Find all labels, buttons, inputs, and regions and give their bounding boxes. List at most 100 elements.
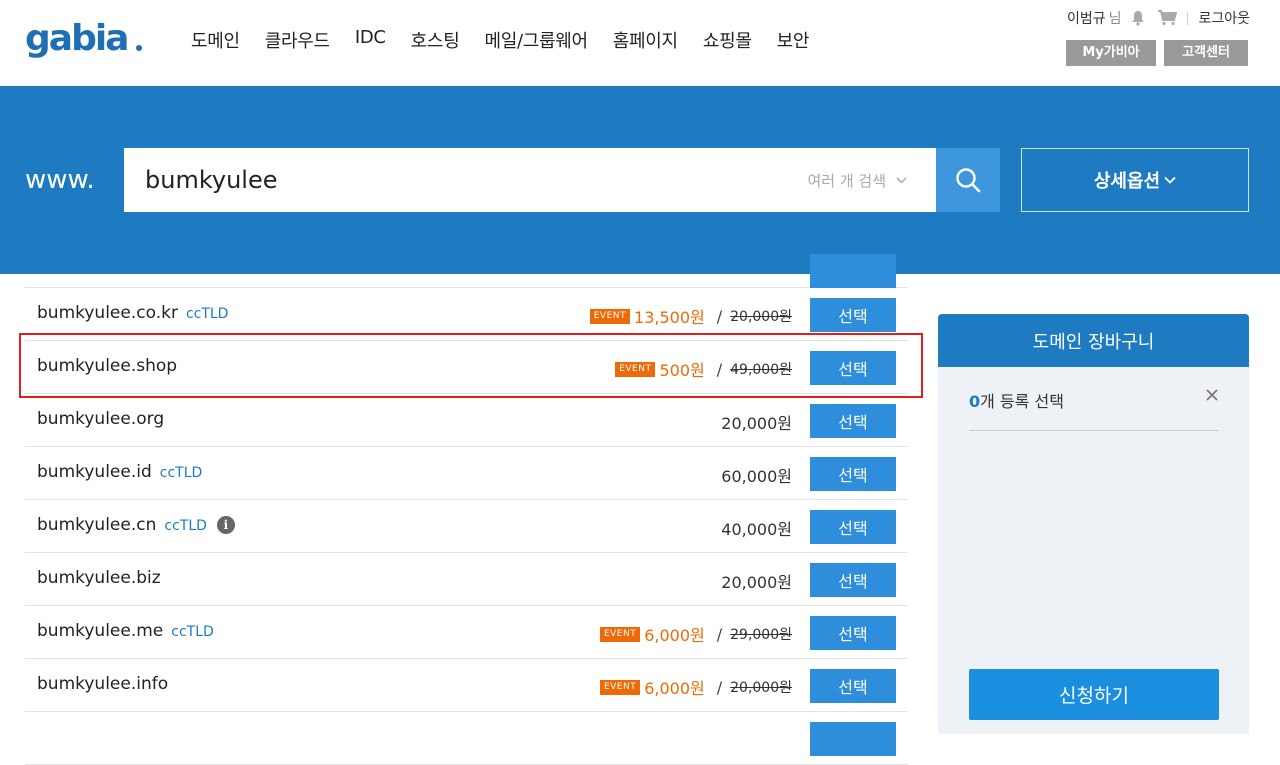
info-icon[interactable]: i xyxy=(216,516,235,534)
price-slash: / xyxy=(716,677,723,697)
domain-name: bumkyulee.info xyxy=(37,674,168,694)
domain-text: bumkyulee.me xyxy=(37,621,164,641)
main-nav: 도메인 클라우드 IDC 호스팅 메일/그룹웨어 홈페이지 쇼핑몰 보안 xyxy=(191,27,834,53)
table-row: bumkyulee.cn ccTLD i 40,000원 선택 xyxy=(25,500,908,553)
nav-cloud[interactable]: 클라우드 xyxy=(265,27,330,53)
select-button[interactable]: 선택 xyxy=(810,404,896,438)
search-button[interactable] xyxy=(936,148,1000,212)
domain-name: bumkyulee.org xyxy=(37,409,164,429)
sale-price: 500원 xyxy=(659,361,705,380)
sale-price: 13,500원 xyxy=(634,308,705,327)
price-area: EVENT 6,000원 / 20,000원 xyxy=(599,675,792,699)
domain-text: bumkyulee.biz xyxy=(37,568,161,588)
chevron-down-icon xyxy=(1164,176,1176,184)
domain-text: bumkyulee.org xyxy=(37,409,165,429)
price-area: 20,000원 xyxy=(721,569,792,593)
cart-title: 도메인 장바구니 xyxy=(938,314,1249,367)
table-row: bumkyulee.me ccTLD EVENT 6,000원 / 29,000원… xyxy=(25,606,908,659)
table-row: bumkyulee.co.kr ccTLD EVENT 13,500원 / 20,… xyxy=(25,288,908,341)
price-slash: / xyxy=(716,306,723,326)
select-button[interactable]: 선택 xyxy=(810,298,896,332)
apply-button[interactable]: 신청하기 xyxy=(969,669,1219,720)
detail-options-button[interactable]: 상세옵션 xyxy=(1021,148,1249,212)
event-badge: EVENT xyxy=(599,679,641,695)
nav-idc[interactable]: IDC xyxy=(355,27,386,53)
original-price: 49,000원 xyxy=(730,362,792,378)
original-price: 29,000원 xyxy=(730,627,792,643)
bell-icon[interactable] xyxy=(1131,10,1145,26)
domain-text: bumkyulee.shop xyxy=(37,356,178,376)
nav-security[interactable]: 보안 xyxy=(777,27,810,53)
price: 20,000원 xyxy=(721,414,792,433)
nav-hosting[interactable]: 호스팅 xyxy=(411,27,460,53)
select-button[interactable] xyxy=(810,254,896,288)
select-button[interactable]: 선택 xyxy=(810,457,896,491)
price-area: 20,000원 xyxy=(721,410,792,434)
original-price: 20,000원 xyxy=(730,680,792,696)
cart-count-label: 개 등록 선택 xyxy=(980,392,1064,411)
domain-cart-panel: 도메인 장바구니 0개 등록 선택 신청하기 xyxy=(938,314,1249,734)
domain-name: bumkyulee.co.kr ccTLD xyxy=(37,303,228,323)
cart-icon[interactable] xyxy=(1157,10,1178,26)
domain-text: bumkyulee.co.kr xyxy=(37,303,178,323)
table-row: bumkyulee.biz 20,000원 선택 xyxy=(25,553,908,606)
svg-text:gabia: gabia xyxy=(25,18,127,59)
divider xyxy=(1187,11,1189,25)
table-row: bumkyulee.id ccTLD 60,000원 선택 xyxy=(25,447,908,500)
logout-link[interactable]: 로그아웃 xyxy=(1198,8,1250,28)
detail-options-label: 상세옵션 xyxy=(1093,171,1161,192)
nav-shopping-mall[interactable]: 쇼핑몰 xyxy=(703,27,752,53)
price-slash: / xyxy=(716,359,723,379)
divider xyxy=(969,430,1219,431)
table-row: bumkyulee.org 20,000원 선택 xyxy=(25,394,908,447)
select-button[interactable]: 선택 xyxy=(810,563,896,597)
cart-count-number: 0 xyxy=(969,392,981,411)
select-button[interactable]: 선택 xyxy=(810,616,896,650)
cart-count: 0개 등록 선택 xyxy=(969,388,1064,412)
sale-price: 6,000원 xyxy=(644,626,705,645)
domain-name: bumkyulee.cn ccTLD i xyxy=(37,515,235,535)
tld-tag: ccTLD xyxy=(185,306,229,322)
table-row: bumkyulee.info EVENT 6,000원 / 20,000원 선택 xyxy=(25,659,908,712)
search-value[interactable]: bumkyulee xyxy=(145,166,277,194)
tld-tag: ccTLD xyxy=(164,518,207,534)
chevron-down-icon xyxy=(896,177,907,184)
table-row xyxy=(25,254,908,288)
site-header: gabia 도메인 클라우드 IDC 호스팅 메일/그룹웨어 홈페이지 쇼핑몰 … xyxy=(0,0,1280,86)
top-buttons: My가비아 고객센터 xyxy=(1066,40,1248,66)
my-gabia-button[interactable]: My가비아 xyxy=(1066,40,1156,66)
close-icon[interactable] xyxy=(1205,388,1219,402)
nav-domain[interactable]: 도메인 xyxy=(191,27,240,53)
domain-search-input[interactable]: bumkyulee 여러 개 검색 xyxy=(124,148,937,212)
search-band: www. bumkyulee 여러 개 검색 상세옵션 xyxy=(0,86,1280,274)
gabia-logo[interactable]: gabia xyxy=(25,18,147,64)
domain-name: bumkyulee.me ccTLD xyxy=(37,621,214,641)
price-area: EVENT 6,000원 / 29,000원 xyxy=(599,622,792,646)
domain-text: bumkyulee.id xyxy=(37,462,152,482)
multi-search-label: 여러 개 검색 xyxy=(807,172,886,190)
select-button[interactable] xyxy=(810,722,896,756)
customer-center-button[interactable]: 고객센터 xyxy=(1164,40,1248,66)
multi-search-toggle[interactable]: 여러 개 검색 xyxy=(807,170,907,191)
domain-text: bumkyulee.cn xyxy=(37,515,157,535)
nav-mail-groupware[interactable]: 메일/그룹웨어 xyxy=(484,27,588,53)
user-name[interactable]: 이범규 xyxy=(1067,8,1106,28)
domain-name: bumkyulee.biz xyxy=(37,568,161,588)
select-button[interactable]: 선택 xyxy=(810,669,896,703)
user-area: 이범규 님 로그아웃 xyxy=(1067,8,1250,28)
nav-homepage[interactable]: 홈페이지 xyxy=(613,27,678,53)
event-badge: EVENT xyxy=(615,361,656,377)
sale-price: 6,000원 xyxy=(644,679,705,698)
domain-results-list: bumkyulee.co.kr ccTLD EVENT 13,500원 / 20,… xyxy=(25,254,908,765)
original-price: 20,000원 xyxy=(730,309,792,325)
price-area: EVENT 500원 / 49,000원 xyxy=(615,357,792,381)
user-suffix: 님 xyxy=(1108,11,1122,27)
select-button[interactable]: 선택 xyxy=(810,351,896,385)
select-button[interactable]: 선택 xyxy=(810,510,896,544)
price: 20,000원 xyxy=(721,573,792,592)
domain-name: bumkyulee.id ccTLD xyxy=(37,462,202,482)
table-row xyxy=(25,712,908,765)
domain-text: bumkyulee.info xyxy=(37,674,169,694)
domain-name: bumkyulee.shop xyxy=(37,356,177,376)
www-prefix: www. xyxy=(25,165,95,195)
